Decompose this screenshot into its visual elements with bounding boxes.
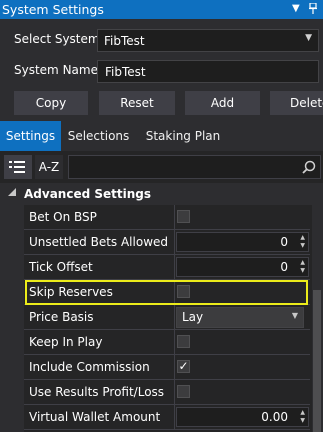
select-system-value: FibTest <box>104 34 145 48</box>
chevron-down-icon: ▼ <box>291 311 298 320</box>
virtual-wallet-input[interactable]: 0.00 ▲ ▼ <box>176 407 309 427</box>
title-bar: System Settings ▼ <box>0 0 323 19</box>
add-button[interactable]: Add <box>185 91 260 115</box>
search-icon <box>302 160 316 174</box>
spin-up-icon[interactable]: ▲ <box>300 410 305 416</box>
property-row-include-commission: Include Commission ✓ <box>24 355 310 380</box>
spin-down-icon[interactable]: ▼ <box>300 268 305 274</box>
tab-selections[interactable]: Selections <box>61 121 136 151</box>
unsettled-bets-input[interactable]: 0 ▲ ▼ <box>176 232 309 252</box>
property-row-bet-on-bsp: Bet On BSP <box>24 205 310 230</box>
reset-button[interactable]: Reset <box>99 91 175 115</box>
property-row-unsettled-bets: Unsettled Bets Allowed 0 ▲ ▼ <box>24 230 310 255</box>
property-name: Tick Offset <box>29 260 93 274</box>
column-divider <box>174 205 175 229</box>
collapse-triangle-icon[interactable] <box>8 188 16 196</box>
price-basis-value: Lay <box>182 310 204 324</box>
system-name-label: System Name: <box>14 63 103 77</box>
use-results-pl-checkbox[interactable] <box>177 385 190 398</box>
tab-settings[interactable]: Settings <box>0 121 61 151</box>
grid-gutter <box>0 205 24 432</box>
tick-offset-value: 0 <box>280 260 288 274</box>
select-system-combobox[interactable]: FibTest ▼ <box>97 29 319 52</box>
tab-staking-plan[interactable]: Staking Plan <box>136 121 230 151</box>
column-divider <box>174 230 175 254</box>
system-name-input[interactable]: FibTest <box>97 60 319 83</box>
highlight-box <box>25 280 308 305</box>
property-name: Bet On BSP <box>29 210 97 224</box>
checkmark-icon: ✓ <box>178 359 189 373</box>
property-search-input[interactable] <box>68 155 321 179</box>
bet-on-bsp-checkbox[interactable] <box>177 210 190 223</box>
categorized-sort-button[interactable] <box>4 155 32 179</box>
column-divider <box>174 330 175 354</box>
chevron-down-icon: ▼ <box>305 33 312 43</box>
property-name: Include Commission <box>29 360 150 374</box>
pin-icon[interactable] <box>309 2 317 18</box>
property-name: Keep In Play <box>29 335 103 349</box>
column-divider <box>174 405 175 429</box>
categorized-list-icon <box>9 161 25 173</box>
tick-offset-input[interactable]: 0 ▲ ▼ <box>176 257 309 277</box>
alphabetical-sort-button[interactable]: A-Z <box>35 155 63 179</box>
column-divider <box>174 355 175 379</box>
category-title: Advanced Settings <box>24 187 152 201</box>
select-system-label: Select System: <box>14 32 104 46</box>
property-name: Unsettled Bets Allowed <box>29 235 169 249</box>
copy-button[interactable]: Copy <box>14 91 88 115</box>
column-divider <box>174 380 175 404</box>
column-divider <box>174 255 175 279</box>
property-row-keep-in-play: Keep In Play <box>24 330 310 355</box>
include-commission-checkbox[interactable]: ✓ <box>177 360 190 373</box>
column-divider <box>174 305 175 329</box>
window-title: System Settings <box>2 2 104 17</box>
property-row-price-basis: Price Basis Lay ▼ <box>24 305 310 330</box>
property-row-tick-offset: Tick Offset 0 ▲ ▼ <box>24 255 310 280</box>
virtual-wallet-value: 0.00 <box>261 410 288 424</box>
price-basis-dropdown[interactable]: Lay ▼ <box>176 307 304 328</box>
delete-button[interactable]: Delete <box>270 91 323 115</box>
scrollbar-thumb[interactable] <box>313 290 321 432</box>
property-name: Virtual Wallet Amount <box>29 410 161 424</box>
dropdown-arrow-icon[interactable]: ▼ <box>292 3 300 15</box>
spin-down-icon[interactable]: ▼ <box>300 243 305 249</box>
keep-in-play-checkbox[interactable] <box>177 335 190 348</box>
system-name-value: FibTest <box>105 65 146 79</box>
property-row-virtual-wallet: Virtual Wallet Amount 0.00 ▲ ▼ <box>24 405 310 430</box>
spin-up-icon[interactable]: ▲ <box>300 260 305 266</box>
property-row-use-results-pl: Use Results Profit/Loss <box>24 380 310 405</box>
spin-up-icon[interactable]: ▲ <box>300 235 305 241</box>
property-name: Use Results Profit/Loss <box>29 385 165 399</box>
spin-down-icon[interactable]: ▼ <box>300 418 305 424</box>
property-name: Price Basis <box>29 310 94 324</box>
unsettled-bets-value: 0 <box>280 235 288 249</box>
